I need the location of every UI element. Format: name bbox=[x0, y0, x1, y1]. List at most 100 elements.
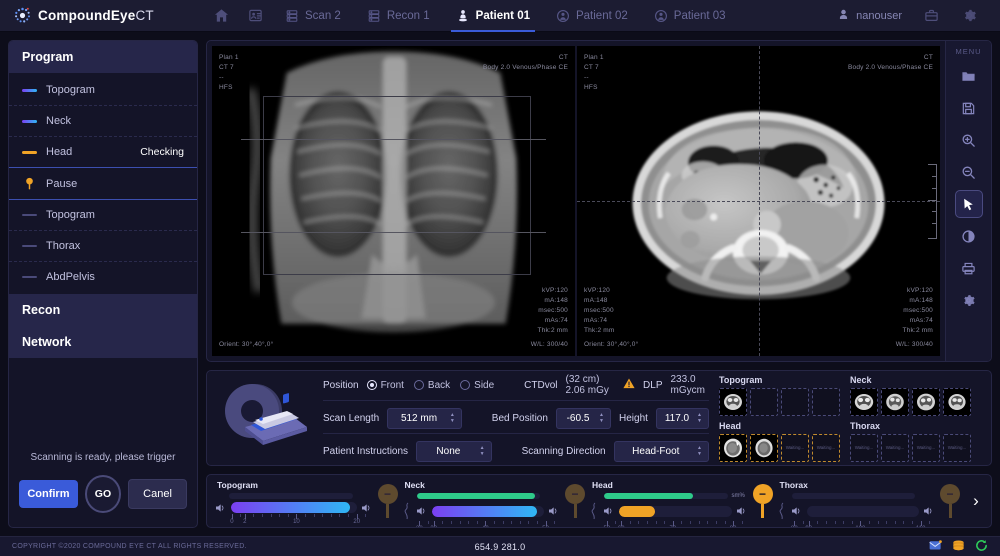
scan-length-stepper[interactable]: 512 mm ▲▼ bbox=[387, 408, 462, 429]
app-footer: COPYRIGHT ©2020 COMPOUND EYE CT ALL RIGH… bbox=[0, 536, 1000, 556]
thumbnail-cell[interactable]: Waiting... bbox=[881, 434, 909, 462]
person-circle-icon bbox=[654, 9, 668, 23]
thumbnail-cell[interactable] bbox=[850, 388, 878, 416]
thumbnail-cell[interactable] bbox=[750, 388, 778, 416]
ruler-tick-label: 28 bbox=[416, 526, 423, 528]
header-right-group: nanouser bbox=[829, 0, 986, 32]
program-item-neck[interactable]: Neck bbox=[9, 106, 197, 137]
ctdvol-label: CTDvol bbox=[524, 380, 557, 391]
thumbnail-group-title: Thorax bbox=[850, 421, 973, 431]
zoom-out-icon[interactable] bbox=[955, 158, 983, 186]
print-icon[interactable] bbox=[955, 254, 983, 282]
thumbnail-cell[interactable] bbox=[719, 388, 747, 416]
thumbnail-cell[interactable] bbox=[912, 388, 940, 416]
timeline-knob-3[interactable]: − bbox=[748, 484, 778, 518]
id-card-icon[interactable] bbox=[238, 0, 272, 32]
ruler-tick-label: 10 bbox=[293, 519, 300, 525]
user-menu[interactable]: nanouser bbox=[829, 8, 910, 24]
radio-dot-icon bbox=[367, 380, 377, 390]
tab-scan-2[interactable]: Scan 2 bbox=[272, 0, 354, 32]
speaker-right-icon[interactable] bbox=[548, 506, 560, 516]
program-item-topogram-1[interactable]: Topogram bbox=[9, 75, 197, 106]
briefcase-icon[interactable] bbox=[914, 0, 948, 32]
ruler-tick-label: 20 bbox=[353, 519, 360, 525]
sidebar-section-network[interactable]: Network bbox=[9, 326, 197, 358]
tab-label: Patient 01 bbox=[476, 10, 530, 22]
track-slider[interactable] bbox=[231, 502, 357, 513]
open-folder-icon[interactable] bbox=[955, 62, 983, 90]
track-slider[interactable] bbox=[807, 506, 920, 517]
thumbnail-cell[interactable]: Waiting... bbox=[812, 434, 840, 462]
program-item-thorax[interactable]: Thorax bbox=[9, 231, 197, 262]
waiting-label: Waiting... bbox=[917, 445, 936, 450]
thumbnail-cell[interactable]: Waiting... bbox=[943, 434, 971, 462]
sidebar-section-recon[interactable]: Recon bbox=[9, 294, 197, 326]
thumbnail-cell[interactable] bbox=[881, 388, 909, 416]
timeline-knob-4[interactable]: − bbox=[935, 484, 965, 518]
scan-length-label: Scan Length bbox=[323, 413, 379, 424]
thumbnail-cell[interactable] bbox=[750, 434, 778, 462]
refresh-icon[interactable] bbox=[975, 539, 988, 554]
thumbnail-cell[interactable]: Waiting... bbox=[850, 434, 878, 462]
speaker-left-icon[interactable] bbox=[215, 503, 227, 513]
tab-patient-03[interactable]: Patient 03 bbox=[641, 0, 739, 32]
left-sidebar: Program Topogram Neck Head Checking Paus… bbox=[8, 40, 198, 528]
confirm-button[interactable]: Confirm bbox=[19, 480, 78, 508]
timeline-next-button[interactable]: › bbox=[965, 491, 987, 511]
sidebar-footer: Scanning is ready, please trigger Confir… bbox=[9, 440, 197, 527]
cancel-button[interactable]: Canel bbox=[128, 479, 187, 509]
timeline-knob-1[interactable]: − bbox=[373, 484, 403, 518]
scanning-direction-select[interactable]: Head-Foot ▲▼ bbox=[614, 441, 709, 462]
contrast-icon[interactable] bbox=[955, 222, 983, 250]
status-dash-icon bbox=[22, 276, 37, 278]
home-icon[interactable] bbox=[204, 0, 238, 32]
tab-patient-02[interactable]: Patient 02 bbox=[543, 0, 641, 32]
viewport-scan-params-left: kVP:120 mA:148 msec:500 mAs:74 Thk:2 mm bbox=[584, 286, 615, 336]
height-stepper[interactable]: 117.0 ▲▼ bbox=[656, 408, 709, 429]
speaker-right-icon[interactable] bbox=[923, 506, 935, 516]
timeline-knob-2[interactable]: − bbox=[560, 484, 590, 518]
sidebar-section-program[interactable]: Program bbox=[9, 41, 197, 73]
patient-instructions-select[interactable]: None ▲▼ bbox=[416, 441, 492, 462]
radio-label: Back bbox=[428, 380, 450, 391]
go-button[interactable]: GO bbox=[85, 475, 121, 513]
tab-patient-01[interactable]: Patient 01 bbox=[443, 0, 543, 32]
track-slider[interactable] bbox=[432, 506, 545, 517]
speaker-right-icon[interactable] bbox=[361, 503, 373, 513]
timeline-track-head: Head sm% bbox=[590, 477, 748, 525]
server-icon bbox=[367, 9, 381, 23]
zoom-in-icon[interactable] bbox=[955, 126, 983, 154]
speaker-right-icon[interactable] bbox=[736, 506, 748, 516]
program-item-head[interactable]: Head Checking bbox=[9, 137, 197, 168]
thumbnail-cell[interactable] bbox=[943, 388, 971, 416]
settings-gear-icon[interactable] bbox=[955, 286, 983, 314]
gear-icon[interactable] bbox=[952, 0, 986, 32]
footer-status-icons bbox=[929, 539, 988, 554]
tab-recon-1[interactable]: Recon 1 bbox=[354, 0, 443, 32]
speaker-left-icon[interactable] bbox=[791, 506, 803, 516]
axial-viewport[interactable]: Plan 1 CT 7 -- HFS CT Body 2.0 Venous/Ph… bbox=[577, 46, 940, 356]
program-item-topogram-2[interactable]: Topogram bbox=[9, 200, 197, 231]
thumbnail-cell[interactable] bbox=[812, 388, 840, 416]
position-option-back[interactable]: Back bbox=[414, 380, 450, 391]
program-item-pause[interactable]: Pause bbox=[9, 168, 197, 200]
position-option-front[interactable]: Front bbox=[367, 380, 404, 391]
track-slider[interactable] bbox=[619, 506, 732, 517]
scan-line-lower bbox=[241, 232, 546, 233]
topogram-viewport[interactable]: Plan 1 CT 7 -- HFS CT Body 2.0 Venous/Ph… bbox=[212, 46, 575, 356]
thumbnail-cell[interactable] bbox=[719, 434, 747, 462]
database-icon[interactable] bbox=[952, 540, 965, 554]
program-item-status: Checking bbox=[140, 146, 184, 158]
bed-position-stepper[interactable]: -60.5 ▲▼ bbox=[556, 408, 611, 429]
cursor-icon[interactable] bbox=[955, 190, 983, 218]
save-icon[interactable] bbox=[955, 94, 983, 122]
track-progress-bar bbox=[417, 493, 541, 499]
speaker-left-icon[interactable] bbox=[603, 506, 615, 516]
speaker-left-icon[interactable] bbox=[416, 506, 428, 516]
thumbnail-cell[interactable] bbox=[781, 388, 809, 416]
thumbnail-cell[interactable]: Waiting... bbox=[781, 434, 809, 462]
thumbnail-cell[interactable]: Waiting... bbox=[912, 434, 940, 462]
mail-icon[interactable] bbox=[929, 540, 942, 553]
program-item-abdpelvis[interactable]: AbdPelvis bbox=[9, 262, 197, 292]
position-option-side[interactable]: Side bbox=[460, 380, 494, 391]
